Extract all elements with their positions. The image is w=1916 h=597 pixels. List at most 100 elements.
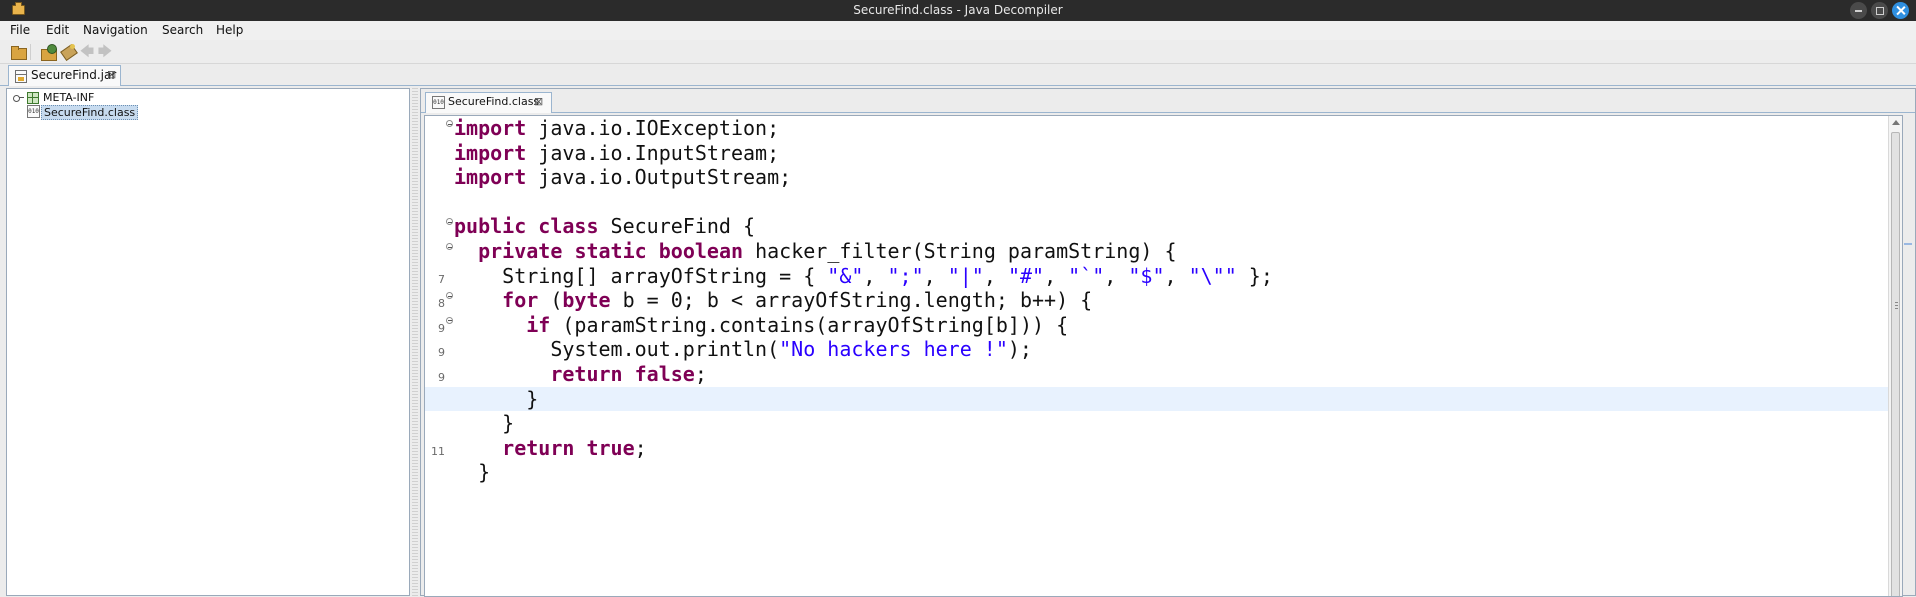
code-line[interactable] xyxy=(425,190,1902,215)
tab-securefind-jar[interactable]: SecureFind.jar ⊠ xyxy=(8,65,121,86)
code-token: java.io.IOException; xyxy=(526,116,780,140)
string-token: "`" xyxy=(1068,263,1105,288)
keyword-token: boolean xyxy=(658,239,744,263)
tree-item-meta-inf[interactable]: META-INF xyxy=(7,91,387,105)
code-token: ; xyxy=(634,435,647,460)
code-line[interactable]: import java.io.InputStream; xyxy=(425,141,1902,166)
code-token: String[] arrayOfString = { xyxy=(454,263,828,288)
fold-toggle-icon[interactable] xyxy=(446,316,453,324)
close-tab-icon[interactable]: ⊠ xyxy=(534,95,543,108)
fold-toggle-icon[interactable] xyxy=(446,292,453,300)
forward-icon[interactable]: 🡆 xyxy=(96,43,114,61)
back-icon[interactable]: 🡄 xyxy=(78,43,96,61)
menu-edit[interactable]: Edit xyxy=(46,23,69,37)
code-line[interactable]: 8 for (byte b = 0; b < arrayOfString.len… xyxy=(425,288,1902,313)
scroll-up-icon[interactable] xyxy=(1892,120,1900,125)
menu-navigation[interactable]: Navigation xyxy=(83,23,148,37)
string-token: "No hackers here !" xyxy=(779,337,1008,362)
search-icon[interactable] xyxy=(60,43,78,61)
menu-file[interactable]: File xyxy=(10,23,30,37)
code-line[interactable]: 9 return false; xyxy=(425,362,1902,387)
code-token: , xyxy=(923,263,948,288)
tab-securefind-class[interactable]: 010 SecureFind.class ⊠ xyxy=(425,92,552,113)
vertical-scrollbar[interactable] xyxy=(1888,116,1902,596)
code-token: java.io.OutputStream; xyxy=(526,165,792,190)
code-token: (paramString.contains(arrayOfString[b]))… xyxy=(550,312,1069,337)
menu-help[interactable]: Help xyxy=(216,23,243,37)
code-line[interactable]: } xyxy=(425,460,1902,485)
code-text: } xyxy=(454,460,490,485)
code-line[interactable]: public class SecureFind { xyxy=(425,214,1902,239)
code-line[interactable]: 11 return true; xyxy=(425,436,1902,461)
grip-line xyxy=(1895,302,1898,303)
code-line[interactable]: private static boolean hacker_filter(Str… xyxy=(425,239,1902,264)
keyword-token: import xyxy=(454,165,527,190)
line-number: 11 xyxy=(431,444,445,458)
line-number: 8 xyxy=(438,297,445,311)
code-line[interactable]: } xyxy=(425,386,1902,412)
fold-toggle-icon[interactable] xyxy=(446,218,453,226)
open-file-icon[interactable] xyxy=(9,43,27,61)
maximize-button[interactable] xyxy=(1871,2,1888,19)
code-line[interactable]: 9 System.out.println("No hackers here !"… xyxy=(425,337,1902,362)
keyword-token: return xyxy=(502,435,575,460)
title-bar: SecureFind.class - Java Decompiler xyxy=(0,0,1916,21)
source-code-view[interactable]: import java.io.IOException; import java.i… xyxy=(424,115,1903,597)
code-token: } xyxy=(454,386,539,411)
open-type-icon[interactable] xyxy=(40,43,58,61)
tree-item-label: META-INF xyxy=(43,91,95,104)
string-token: "&" xyxy=(827,263,864,288)
line-number: 9 xyxy=(438,321,445,335)
menu-search[interactable]: Search xyxy=(162,23,203,37)
code-text: import java.io.InputStream; xyxy=(454,141,779,166)
code-line[interactable]: import java.io.OutputStream; xyxy=(425,165,1902,190)
code-token: }; xyxy=(1236,263,1273,288)
close-tab-icon[interactable]: ⊠ xyxy=(107,68,116,81)
code-line[interactable]: } xyxy=(425,411,1902,436)
grip-line xyxy=(1895,308,1898,309)
string-token: ";" xyxy=(887,263,924,288)
code-text: String[] arrayOfString = { "&", ";", "|"… xyxy=(454,264,1273,289)
package-icon xyxy=(27,92,39,104)
code-text: public class SecureFind { xyxy=(454,214,755,239)
code-token: b = 0; b < arrayOfString.length; b++) { xyxy=(610,288,1093,313)
string-token: "\"" xyxy=(1188,263,1237,288)
code-token: java.io.InputStream; xyxy=(526,140,780,165)
menu-bar: File Edit Navigation Search Help xyxy=(0,21,1916,40)
close-window-button[interactable] xyxy=(1892,2,1909,19)
fold-toggle-icon[interactable] xyxy=(446,120,453,127)
string-token: "#" xyxy=(1007,263,1045,288)
expand-toggle-icon[interactable] xyxy=(13,94,24,102)
keyword-token: byte xyxy=(562,288,611,313)
scrollbar-thumb[interactable] xyxy=(1891,132,1900,596)
code-text: for (byte b = 0; b < arrayOfString.lengt… xyxy=(454,288,1092,313)
overview-mark[interactable] xyxy=(1904,243,1912,245)
code-line[interactable]: import java.io.IOException; xyxy=(425,116,1902,141)
class-file-icon: 010 xyxy=(432,96,445,109)
string-token: "$" xyxy=(1128,263,1165,288)
tree-item-securefind-class[interactable]: 010 SecureFind.class xyxy=(7,105,387,120)
fold-toggle-icon[interactable] xyxy=(446,243,453,250)
minimize-button[interactable] xyxy=(1850,2,1867,19)
tree-item-label: SecureFind.class xyxy=(41,105,139,120)
code-line[interactable]: 7 String[] arrayOfString = { "&", ";", "… xyxy=(425,264,1902,289)
code-text: import java.io.OutputStream; xyxy=(454,165,791,190)
code-token: } xyxy=(454,411,515,436)
keyword-token: true xyxy=(586,435,635,460)
panel-splitter[interactable] xyxy=(412,88,418,596)
line-number: 9 xyxy=(438,371,445,384)
code-text: return true; xyxy=(454,436,647,461)
window-title: SecureFind.class - Java Decompiler xyxy=(853,3,1063,17)
toolbar: 🡄 🡆 xyxy=(0,40,1916,64)
code-text: if (paramString.contains(arrayOfString[b… xyxy=(454,313,1068,338)
code-line[interactable]: 9 if (paramString.contains(arrayOfString… xyxy=(425,313,1902,338)
code-token: , xyxy=(863,263,888,288)
keyword-token: if xyxy=(526,312,551,337)
keyword-token: private xyxy=(478,239,563,263)
class-file-icon: 010 xyxy=(27,105,40,118)
code-token: System.out.println( xyxy=(454,337,780,362)
